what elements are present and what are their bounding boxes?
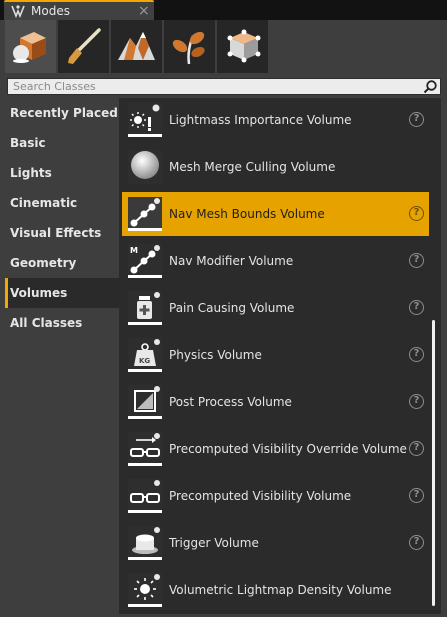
visibility-glasses-icon [128, 479, 162, 513]
item-label: Post Process Volume [169, 395, 292, 409]
scrollbar-thumb[interactable] [432, 320, 435, 606]
list-item-volumetric-lightmap-density-volume[interactable]: Volumetric Lightmap Density Volume [122, 568, 429, 612]
list-item-lightmass-importance-volume[interactable]: Lightmass Importance Volume ? [122, 98, 429, 142]
category-recently-placed[interactable]: Recently Placed [5, 98, 119, 128]
category-basic[interactable]: Basic [5, 128, 119, 158]
search-input[interactable] [8, 79, 418, 94]
tab-title: Modes [31, 4, 70, 18]
volume-item-list: Lightmass Importance Volume ? Mesh Merge… [119, 98, 441, 614]
list-item-physics-volume[interactable]: KG Physics Volume ? [122, 333, 429, 377]
category-lights[interactable]: Lights [5, 158, 119, 188]
foliage-mode-icon [172, 31, 205, 65]
paint-mode-icon [68, 28, 101, 64]
item-label: Nav Modifier Volume [169, 254, 294, 268]
nav-mesh-icon [128, 197, 162, 231]
list-item-pain-causing-volume[interactable]: Pain Causing Volume ? [122, 286, 429, 330]
list-item-trigger-volume[interactable]: Trigger Volume ? [122, 521, 429, 565]
item-label: Lightmass Importance Volume [169, 113, 352, 127]
foliage-mode-button[interactable] [164, 20, 215, 73]
item-label: Precomputed Visibility Volume [169, 489, 352, 503]
geometry-edit-mode-icon [227, 29, 261, 63]
mode-toolbar [5, 20, 270, 73]
sphere-icon [128, 150, 162, 184]
list-item-precomputed-visibility-override-volume[interactable]: Precomputed Visibility Override Volume ? [122, 427, 429, 471]
post-process-icon [128, 385, 162, 419]
list-item-post-process-volume[interactable]: Post Process Volume ? [122, 380, 429, 424]
physics-weight-icon: KG [128, 338, 162, 372]
search-icon[interactable] [423, 79, 438, 94]
modes-panel: Recently Placed Basic Lights Cinematic V… [0, 20, 447, 617]
category-volumes[interactable]: Volumes [5, 278, 119, 308]
category-geometry[interactable]: Geometry [5, 248, 119, 278]
geometry-mode-button[interactable] [217, 20, 268, 73]
item-label: Mesh Merge Culling Volume [169, 160, 336, 174]
list-item-nav-modifier-volume[interactable]: M Nav Modifier Volume ? [122, 239, 429, 283]
help-icon[interactable]: ? [409, 300, 424, 315]
item-label: Nav Mesh Bounds Volume [169, 207, 325, 221]
trigger-button-icon [128, 526, 162, 560]
place-mode-icon [13, 32, 46, 63]
close-icon[interactable]: × [138, 2, 150, 20]
search-box [7, 78, 441, 95]
svg-text:KG: KG [139, 357, 150, 365]
category-cinematic[interactable]: Cinematic [5, 188, 119, 218]
nav-modifier-icon: M [128, 244, 162, 278]
item-label: Volumetric Lightmap Density Volume [169, 583, 392, 597]
help-icon[interactable]: ? [409, 535, 424, 550]
help-icon[interactable]: ? [409, 488, 424, 503]
help-icon[interactable]: ? [409, 441, 424, 456]
place-mode-button[interactable] [5, 20, 56, 73]
lightmap-density-icon [128, 573, 162, 607]
item-label: Trigger Volume [169, 536, 259, 550]
scrollbar[interactable] [430, 320, 436, 610]
category-list: Recently Placed Basic Lights Cinematic V… [5, 98, 119, 338]
modes-icon [11, 5, 25, 19]
help-icon[interactable]: ? [409, 112, 424, 127]
landscape-mode-icon [118, 32, 155, 60]
list-item-mesh-merge-culling-volume[interactable]: Mesh Merge Culling Volume [122, 145, 429, 189]
help-icon[interactable]: ? [409, 394, 424, 409]
lightmass-importance-icon [128, 103, 162, 137]
modes-tab[interactable]: Modes × [4, 0, 154, 20]
item-label: Pain Causing Volume [169, 301, 295, 315]
item-label: Physics Volume [169, 348, 262, 362]
category-all-classes[interactable]: All Classes [5, 308, 119, 338]
title-bar: Modes × [0, 0, 447, 20]
visibility-override-icon [128, 432, 162, 466]
pain-causing-icon [128, 291, 162, 325]
item-label: Precomputed Visibility Override Volume [169, 442, 407, 456]
landscape-mode-button[interactable] [111, 20, 162, 73]
svg-text:M: M [130, 246, 138, 255]
help-icon[interactable]: ? [409, 253, 424, 268]
help-icon[interactable]: ? [409, 206, 424, 221]
category-visual-effects[interactable]: Visual Effects [5, 218, 119, 248]
list-item-nav-mesh-bounds-volume[interactable]: Nav Mesh Bounds Volume ? [122, 192, 429, 236]
help-icon[interactable]: ? [409, 347, 424, 362]
paint-mode-button[interactable] [58, 20, 109, 73]
list-item-precomputed-visibility-volume[interactable]: Precomputed Visibility Volume ? [122, 474, 429, 518]
